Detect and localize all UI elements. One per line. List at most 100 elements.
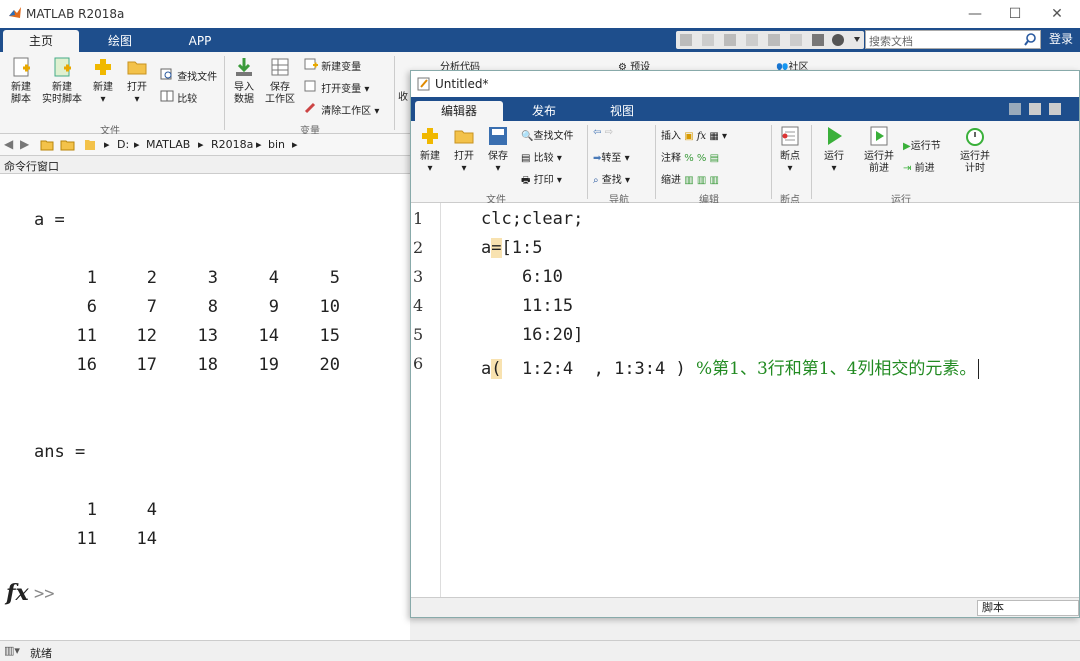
- clear-workspace-button[interactable]: 清除工作区 ▾: [304, 102, 379, 117]
- find-files-button[interactable]: 查找文件: [160, 68, 217, 83]
- insert-button[interactable]: 插入 ▣ fx ▦ ▾: [661, 127, 727, 142]
- path-segment[interactable]: MATLAB: [146, 138, 190, 151]
- tab-publish[interactable]: 发布: [507, 101, 581, 121]
- forward-arrow-icon[interactable]: ⇨: [605, 127, 613, 138]
- maximize-button[interactable]: ☐: [1000, 4, 1030, 24]
- run-button[interactable]: 运行 ▾: [817, 125, 851, 175]
- import-arrow-icon: [236, 58, 252, 76]
- up-folder-icon[interactable]: [40, 138, 54, 151]
- breakpoints-button[interactable]: 断点 ▾: [775, 125, 805, 175]
- path-drive[interactable]: D:: [117, 138, 129, 151]
- matrix-cell: 1: [86, 268, 97, 288]
- import-data-button[interactable]: 导入 数据: [228, 56, 260, 106]
- chevron-down-icon: ▾: [100, 94, 106, 105]
- insert-table-icon[interactable]: ▦: [709, 131, 718, 142]
- tab-apps[interactable]: APP: [162, 30, 238, 52]
- stopwatch-icon: [966, 128, 984, 146]
- chevron-down-icon: ▾: [556, 153, 562, 164]
- open-label: 打开: [127, 82, 147, 93]
- code-line[interactable]: clc;clear;: [481, 209, 583, 229]
- editor-open-button[interactable]: 打开 ▾: [449, 125, 479, 175]
- matrix-cell: 18: [197, 355, 218, 375]
- save-workspace-label: 保存 工作区: [265, 82, 295, 105]
- uncomment-icon[interactable]: %: [697, 153, 707, 164]
- tab-home[interactable]: 主页: [3, 30, 79, 52]
- back-arrow-icon[interactable]: ⇦: [593, 127, 601, 138]
- matrix-row: 16 17 18 19 20: [56, 355, 340, 384]
- command-window[interactable]: a = 12345 6 7 8 9 10 11 12 13 14 15 16 17 18 19 20 a…: [0, 174, 410, 640]
- path-segment[interactable]: R2018a: [211, 138, 253, 151]
- run-section-icon: ▶: [903, 141, 911, 152]
- new-script-button[interactable]: 新建 脚本: [4, 56, 38, 106]
- smart-indent-icon[interactable]: ▥: [684, 175, 693, 186]
- editor-window[interactable]: Untitled* 编辑器 发布 视图 新建 ▾ 打开 ▾ 保存 ▾ 🔍查找文件 ▤ …: [410, 70, 1080, 618]
- goto-button[interactable]: ➡转至 ▾: [593, 149, 630, 164]
- editor-new-button[interactable]: 新建 ▾: [415, 125, 445, 175]
- collapse-label: 收: [398, 92, 408, 103]
- run-and-time-button[interactable]: 运行并 计时: [955, 125, 995, 175]
- path-segment[interactable]: bin: [268, 138, 285, 151]
- ribbon-separator: [394, 56, 395, 130]
- tab-view[interactable]: 视图: [585, 101, 659, 121]
- editor-compare-button[interactable]: ▤ 比较 ▾: [521, 149, 562, 164]
- matrix-cell: 17: [136, 355, 157, 375]
- code-line[interactable]: a( 1:2:4 , 1:3:4 ) %第1、3行和第1、4列相交的元素。​: [481, 354, 980, 379]
- comment-button[interactable]: 注释 % % ▤: [661, 149, 719, 164]
- browse-folder-icon[interactable]: [60, 138, 76, 151]
- find-button[interactable]: ⌕ 查找 ▾: [593, 171, 630, 186]
- editor-find-files-button[interactable]: 🔍查找文件: [521, 127, 573, 142]
- compare-button[interactable]: 比较: [160, 90, 197, 105]
- search-icon[interactable]: [1024, 33, 1037, 46]
- back-arrow-icon[interactable]: ◀: [4, 137, 13, 151]
- tab-editor[interactable]: 编辑器: [415, 101, 503, 121]
- find-files-icon: 🔍: [521, 131, 534, 142]
- new-button[interactable]: 新建 ▾: [88, 56, 118, 106]
- editor-save-button[interactable]: 保存 ▾: [483, 125, 513, 175]
- code-line[interactable]: a=[1:5: [481, 238, 542, 258]
- tab-plots[interactable]: 绘图: [82, 30, 158, 52]
- forward-arrow-icon[interactable]: ▶: [20, 137, 29, 151]
- percent-icon[interactable]: %: [684, 153, 694, 164]
- matrix-row: 6 7 8 9 10: [56, 297, 340, 326]
- goto-label: 转至: [601, 153, 622, 164]
- save-workspace-button[interactable]: 保存 工作区: [262, 56, 298, 106]
- editor-toolbar-icons[interactable]: [1007, 101, 1077, 117]
- fx-icon[interactable]: fx: [697, 131, 706, 142]
- matrix-row: 1 2 3 4 5: [56, 268, 340, 297]
- editor-open-label: 打开: [454, 151, 474, 162]
- decrease-indent-icon[interactable]: ▥: [709, 175, 718, 186]
- new-live-script-button[interactable]: 新建 实时脚本: [40, 56, 84, 106]
- run-and-advance-button[interactable]: 运行并 前进: [859, 125, 899, 175]
- code-editor[interactable]: 1 2 3 4 5 6 clc;clear; a=[1:5 6:10 11:15…: [411, 203, 1079, 597]
- fx-function-browser-icon[interactable]: fx: [6, 580, 29, 606]
- code-line[interactable]: 6:10: [481, 267, 563, 287]
- new-live-script-label: 新建 实时脚本: [42, 82, 82, 105]
- search-documentation-input[interactable]: 搜索文档: [865, 30, 1041, 49]
- wrap-comment-icon[interactable]: ▤: [710, 153, 719, 164]
- code-line[interactable]: 16:20]: [481, 325, 583, 345]
- current-folder-bar[interactable]: ◀ ▶ ▸ D: ▸ MATLAB ▸ R2018a ▸ bin ▸: [0, 134, 410, 156]
- chevron-down-icon: ▾: [461, 163, 467, 174]
- minimize-button[interactable]: —: [960, 4, 990, 24]
- editor-new-label: 新建: [420, 151, 440, 162]
- advance-button[interactable]: ⇥ 前进: [903, 159, 935, 174]
- open-variable-button[interactable]: 打开变量 ▾: [304, 80, 369, 95]
- run-section-button[interactable]: ▶运行节: [903, 137, 941, 152]
- command-prompt[interactable]: >>: [34, 584, 54, 604]
- close-button[interactable]: ✕: [1042, 4, 1072, 24]
- matrix-cell: 14: [258, 326, 279, 346]
- login-button[interactable]: 登录: [1044, 30, 1078, 49]
- advance-label: 前进: [914, 163, 935, 174]
- quick-access-toolbar[interactable]: [676, 31, 864, 49]
- editor-print-button[interactable]: 🖶 打印 ▾: [521, 171, 562, 190]
- quick-access-icons[interactable]: [676, 31, 864, 49]
- status-grip-icon[interactable]: ▥▾: [4, 644, 20, 657]
- indent-button[interactable]: 缩进 ▥ ▥ ▥: [661, 171, 719, 186]
- new-variable-button[interactable]: 新建变量: [304, 58, 361, 73]
- code-line[interactable]: 11:15: [481, 296, 573, 316]
- plus-icon: [95, 59, 111, 75]
- increase-indent-icon[interactable]: ▥: [697, 175, 706, 186]
- open-button[interactable]: 打开 ▾: [122, 56, 152, 106]
- nav-arrows[interactable]: ⇦ ⇨: [593, 127, 613, 138]
- matrix-cell: 5: [329, 268, 340, 288]
